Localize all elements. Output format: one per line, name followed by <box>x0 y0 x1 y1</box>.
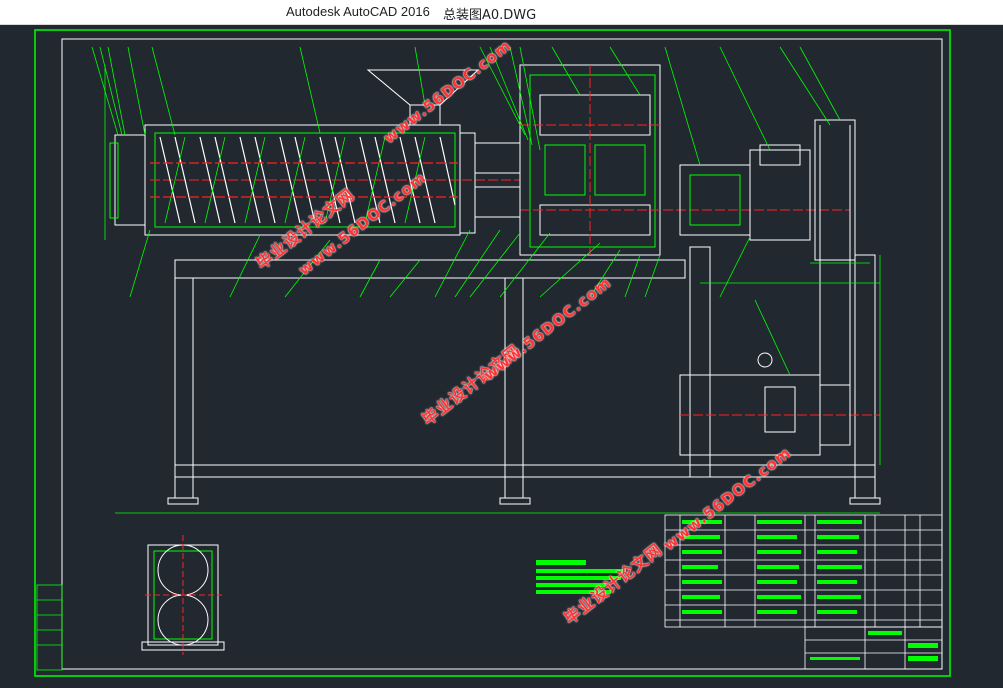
coupling <box>679 119 856 261</box>
dimension-lines <box>104 65 881 514</box>
gearbox <box>474 64 850 256</box>
parts-list-fill <box>682 520 862 614</box>
document-title: 总装图A0.DWG <box>443 8 537 23</box>
revision-strip <box>36 584 63 671</box>
leader-lines <box>91 46 841 376</box>
title-block-fill <box>810 631 938 661</box>
belt-drive <box>819 125 851 445</box>
drawing-canvas[interactable]: 毕业设计论文网 www.56DOC.com 毕业设计论文网 www.56DOC.… <box>0 25 1003 683</box>
app-title: Autodesk AutoCAD 2016 <box>286 4 430 19</box>
title-bar: Autodesk AutoCAD 2016 总装图A0.DWG <box>0 0 1003 25</box>
section-view <box>141 535 225 655</box>
